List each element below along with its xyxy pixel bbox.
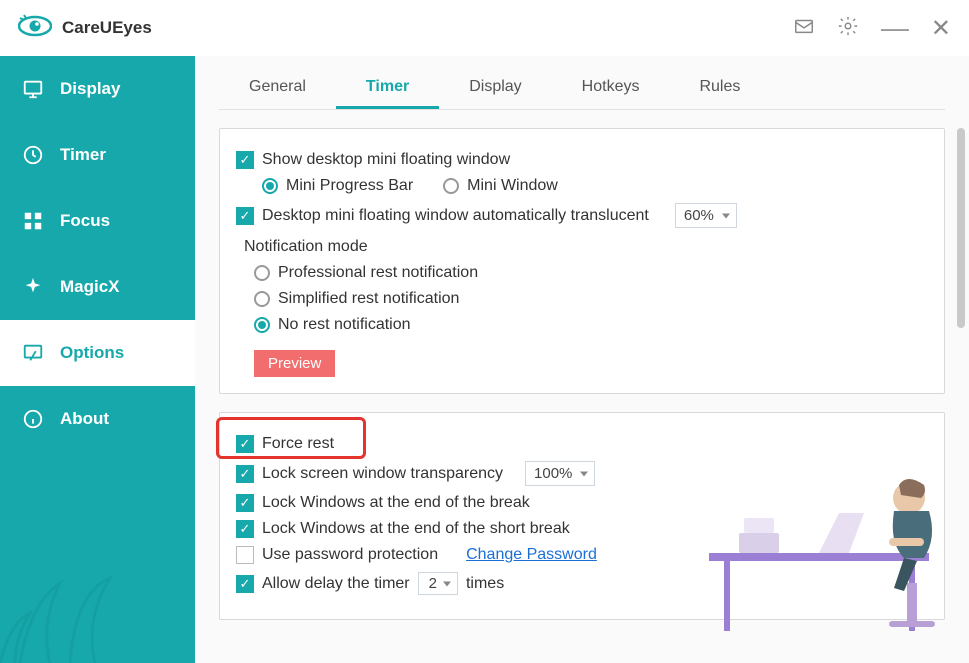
titlebar: CareUEyes — ✕ bbox=[0, 0, 969, 56]
checkbox-show-floating[interactable]: ✓ bbox=[236, 151, 254, 169]
sidebar-item-label: Focus bbox=[60, 211, 110, 231]
label-password: Use password protection bbox=[262, 546, 438, 564]
preview-button[interactable]: Preview bbox=[254, 350, 335, 377]
sidebar: Display Timer Focus MagicX Options About bbox=[0, 56, 195, 663]
label-allow-delay-post: times bbox=[466, 575, 504, 593]
label-force-rest: Force rest bbox=[262, 435, 334, 453]
radio-notif-simple[interactable] bbox=[254, 291, 270, 307]
label-lock-end-break: Lock Windows at the end of the break bbox=[262, 494, 530, 512]
tabs: General Timer Display Hotkeys Rules bbox=[219, 66, 945, 110]
force-rest-panel: ✓ Force rest ✓ Lock screen window transp… bbox=[219, 412, 945, 620]
floating-window-panel: ✓ Show desktop mini floating window Mini… bbox=[219, 128, 945, 394]
monitor-icon bbox=[22, 78, 44, 100]
label-allow-delay-pre: Allow delay the timer bbox=[262, 575, 410, 593]
scrollbar[interactable] bbox=[957, 128, 965, 328]
tab-hotkeys[interactable]: Hotkeys bbox=[552, 66, 670, 109]
radio-mini-progress[interactable] bbox=[262, 178, 278, 194]
checkbox-allow-delay[interactable]: ✓ bbox=[236, 575, 254, 593]
main-content: General Timer Display Hotkeys Rules ✓ Sh… bbox=[195, 56, 969, 663]
app-name: CareUEyes bbox=[62, 18, 152, 38]
gear-icon[interactable] bbox=[837, 15, 859, 42]
eye-icon bbox=[18, 14, 52, 43]
sidebar-item-display[interactable]: Display bbox=[0, 56, 195, 122]
label-notif-none: No rest notification bbox=[278, 316, 411, 334]
checkbox-lock-end-break[interactable]: ✓ bbox=[236, 494, 254, 512]
select-translucent[interactable]: 60% bbox=[675, 203, 737, 228]
minimize-button[interactable]: — bbox=[881, 23, 909, 33]
sidebar-item-label: Options bbox=[60, 343, 124, 363]
mail-icon[interactable] bbox=[793, 15, 815, 42]
sidebar-item-label: MagicX bbox=[60, 277, 120, 297]
sidebar-item-magicx[interactable]: MagicX bbox=[0, 254, 195, 320]
label-notification-mode: Notification mode bbox=[244, 238, 928, 256]
label-lock-end-short: Lock Windows at the end of the short bre… bbox=[262, 520, 570, 538]
link-change-password[interactable]: Change Password bbox=[466, 546, 597, 564]
tab-timer[interactable]: Timer bbox=[336, 66, 439, 109]
sidebar-item-label: Display bbox=[60, 79, 120, 99]
sidebar-item-label: Timer bbox=[60, 145, 106, 165]
grid-icon bbox=[22, 210, 44, 232]
checkbox-force-rest[interactable]: ✓ bbox=[236, 435, 254, 453]
label-notif-pro: Professional rest notification bbox=[278, 264, 478, 282]
sparkle-icon bbox=[22, 276, 44, 298]
info-icon bbox=[22, 408, 44, 430]
tab-general[interactable]: General bbox=[219, 66, 336, 109]
select-delay-times[interactable]: 2 bbox=[418, 572, 458, 595]
options-icon bbox=[22, 342, 44, 364]
radio-notif-none[interactable] bbox=[254, 317, 270, 333]
sidebar-item-timer[interactable]: Timer bbox=[0, 122, 195, 188]
label-mini-progress: Mini Progress Bar bbox=[286, 177, 413, 195]
app-logo: CareUEyes bbox=[18, 14, 152, 43]
sidebar-item-label: About bbox=[60, 409, 109, 429]
checkbox-password[interactable] bbox=[236, 546, 254, 564]
checkbox-lock-end-short[interactable]: ✓ bbox=[236, 520, 254, 538]
sidebar-item-options[interactable]: Options bbox=[0, 320, 195, 386]
sidebar-item-focus[interactable]: Focus bbox=[0, 188, 195, 254]
close-button[interactable]: ✕ bbox=[931, 14, 951, 43]
label-auto-translucent: Desktop mini floating window automatical… bbox=[262, 207, 649, 225]
tab-display[interactable]: Display bbox=[439, 66, 551, 109]
sidebar-item-about[interactable]: About bbox=[0, 386, 195, 452]
radio-mini-window[interactable] bbox=[443, 178, 459, 194]
label-show-floating: Show desktop mini floating window bbox=[262, 151, 510, 169]
label-mini-window: Mini Window bbox=[467, 177, 558, 195]
checkbox-auto-translucent[interactable]: ✓ bbox=[236, 207, 254, 225]
label-notif-simple: Simplified rest notification bbox=[278, 290, 459, 308]
decorative-leaves bbox=[0, 483, 195, 663]
clock-icon bbox=[22, 144, 44, 166]
checkbox-lock-transparency[interactable]: ✓ bbox=[236, 465, 254, 483]
label-lock-transparency: Lock screen window transparency bbox=[262, 465, 503, 483]
radio-notif-pro[interactable] bbox=[254, 265, 270, 281]
tab-rules[interactable]: Rules bbox=[669, 66, 770, 109]
select-transparency[interactable]: 100% bbox=[525, 461, 595, 486]
